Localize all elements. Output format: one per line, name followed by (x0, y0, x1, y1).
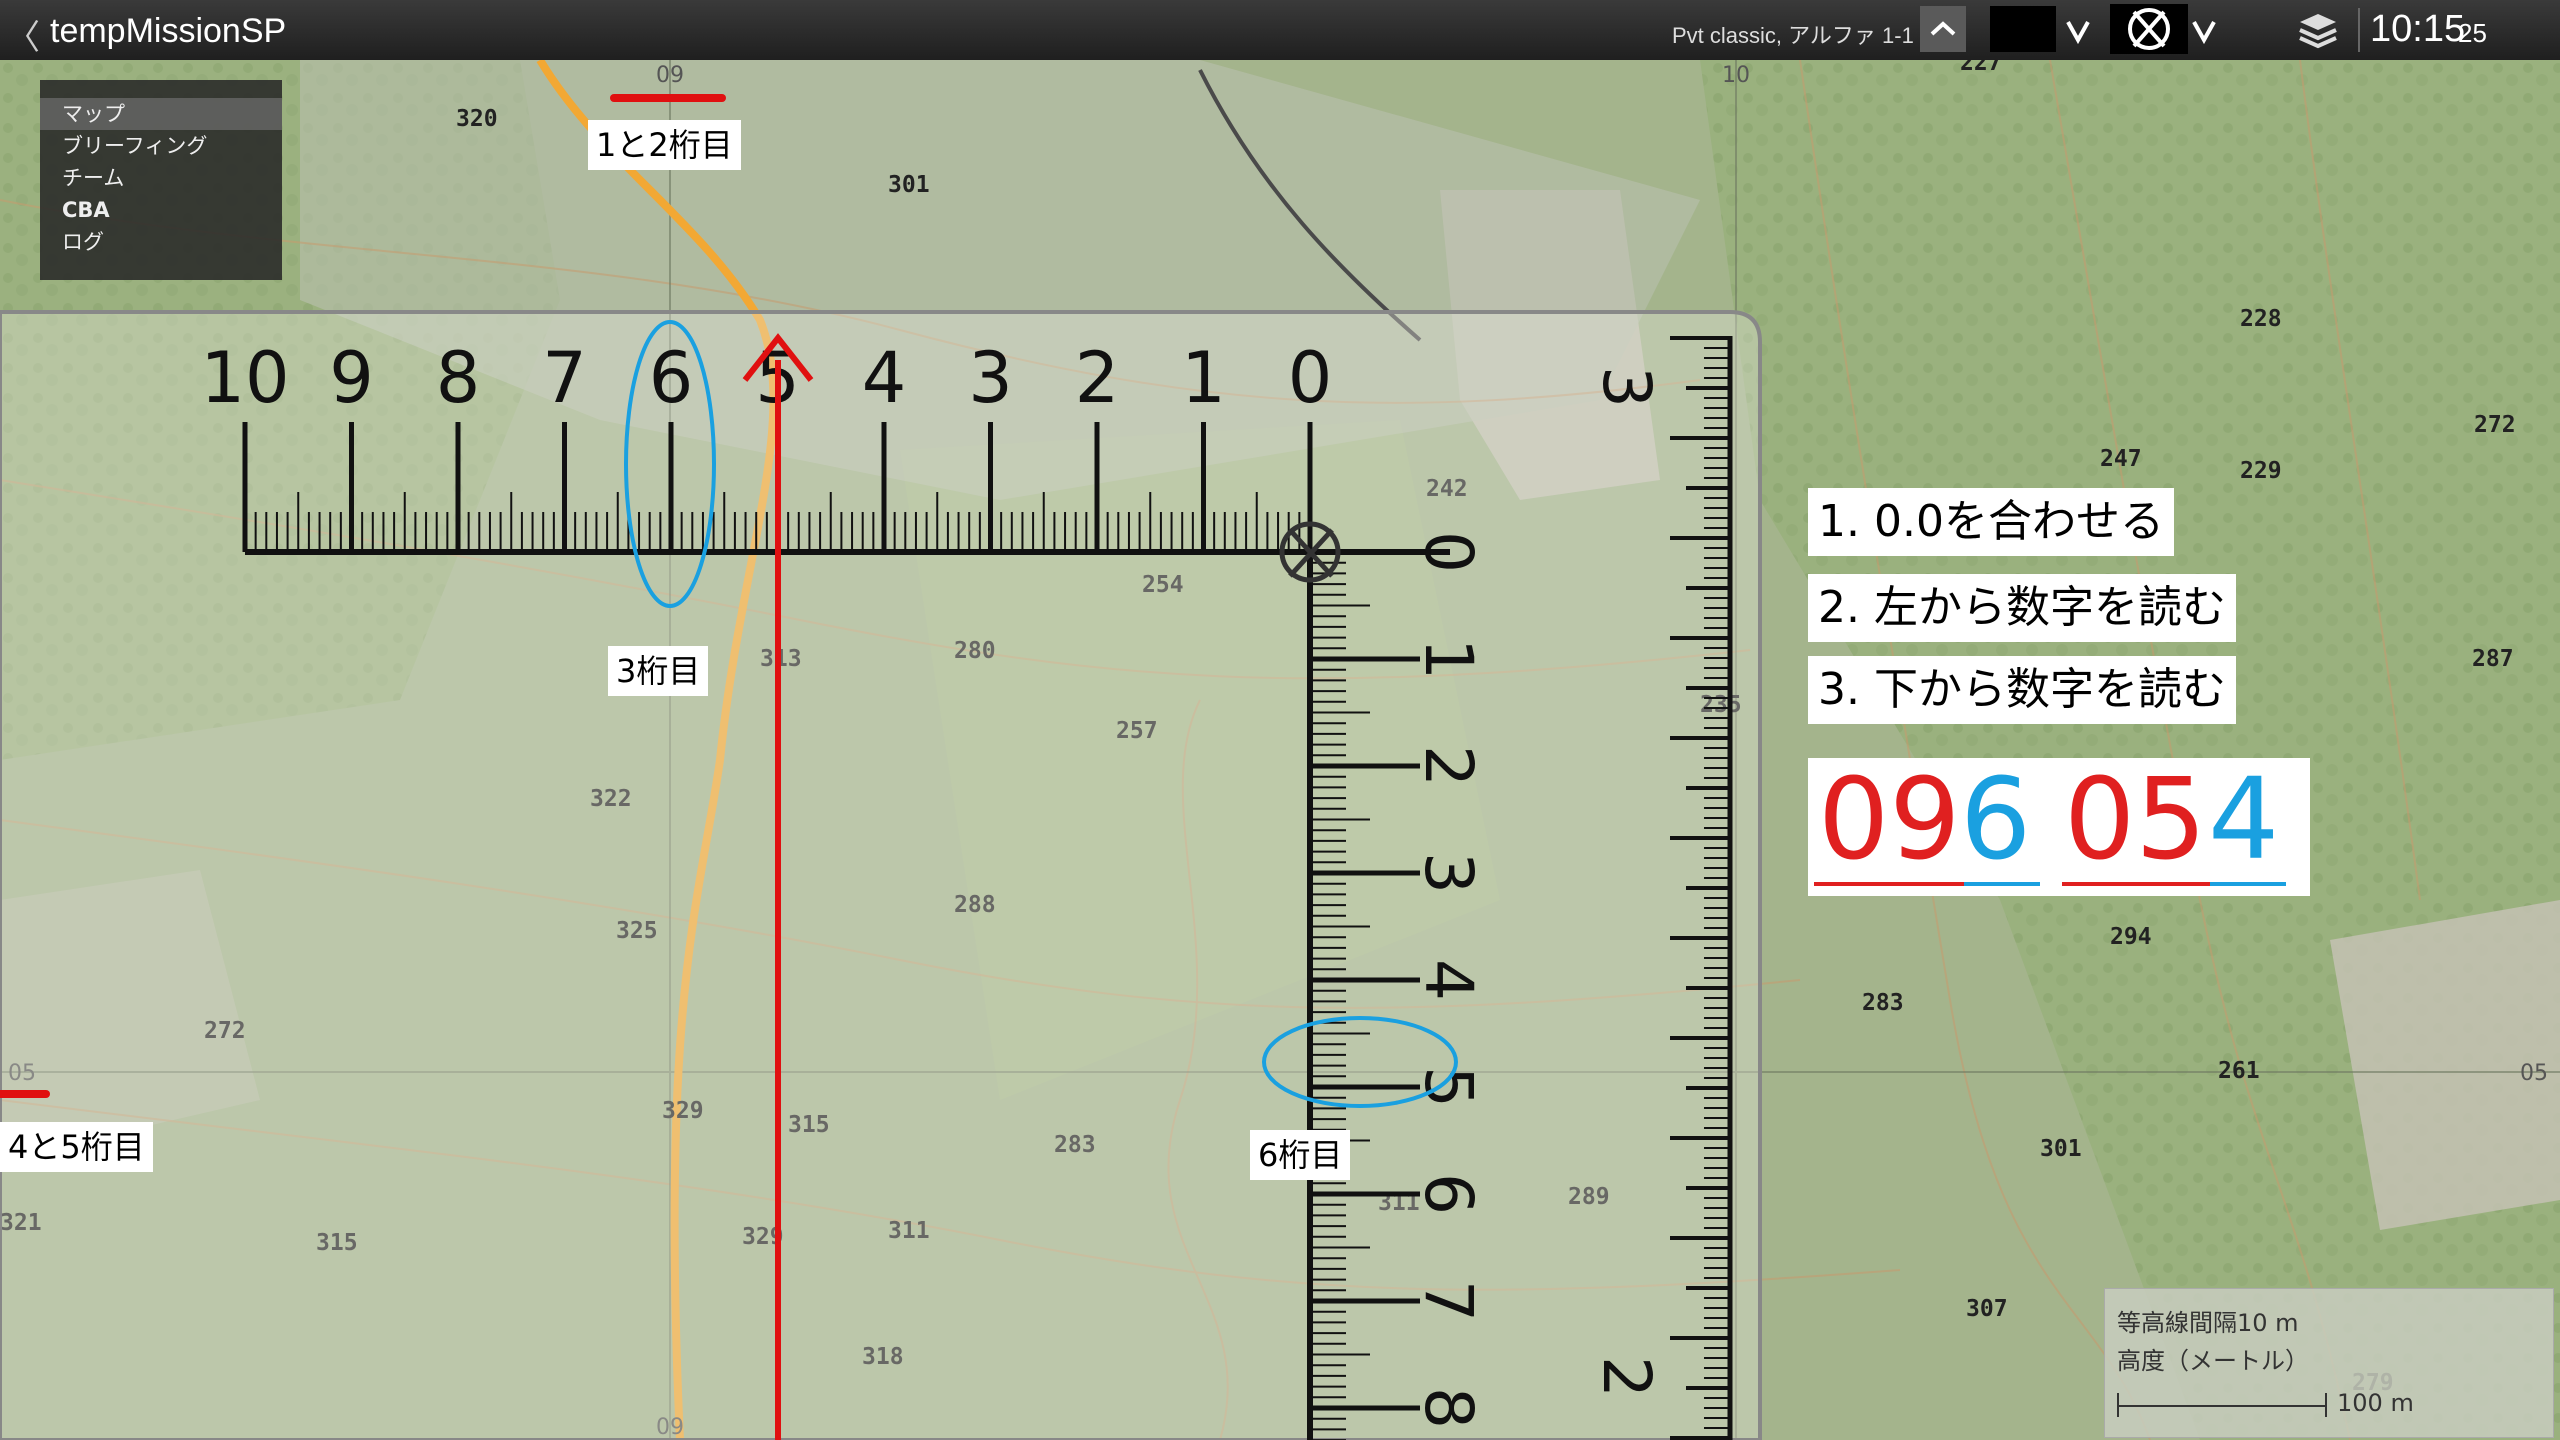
chevron-up-icon (1930, 21, 1956, 36)
divider (2358, 8, 2360, 52)
color-swatch-black[interactable] (1990, 6, 2056, 52)
legend-scale-tick-left (2117, 1393, 2119, 1417)
ruler-v-number: 8 (1410, 1387, 1487, 1429)
unit-info: Pvt classic, アルファ 1-1 1 (1672, 23, 1933, 48)
elevation-label: 283 (1862, 990, 1904, 1016)
top-bar: 〈 tempMissionSP Pvt classic, アルファ 1-1 1 … (0, 0, 2560, 60)
grid-coordinate-result: 09 6 05 4 (1808, 758, 2310, 896)
collapse-button[interactable] (1920, 6, 1966, 52)
label-digits-4-5: 4と5桁目 (0, 1122, 153, 1172)
ruler-h-number: 1 (1181, 337, 1226, 419)
ruler-h-number: 10 (200, 337, 289, 419)
menu-item-cba[interactable]: CBA (40, 194, 282, 226)
elevation-label: 261 (2218, 1058, 2260, 1084)
elevation-label: 227 (1960, 60, 2002, 76)
elevation-label: 320 (456, 106, 498, 132)
back-icon[interactable]: 〈 (6, 10, 40, 59)
elevation-label: 301 (2040, 1136, 2082, 1162)
map-legend: 等高線間隔10 m 高度（メートル） 100 m (2104, 1288, 2554, 1438)
instruction-step-2: 2. 左から数字を読む (1808, 574, 2236, 642)
map-menu: マップ ブリーフィング チーム CBA ログ (40, 80, 282, 280)
ruler-h-number: 9 (329, 337, 374, 419)
northing-underline-main (2062, 882, 2210, 886)
legend-contour-interval: 等高線間隔10 m (2117, 1309, 2299, 1337)
elevation-label: 229 (2240, 458, 2282, 484)
easting-fine: 6 (1960, 755, 2032, 885)
ruler-h-number: 7 (542, 337, 587, 419)
ruler-h-number: 8 (436, 337, 481, 419)
ruler-plate (0, 310, 1762, 1440)
label-digits-1-2: 1と2桁目 (588, 120, 741, 170)
menu-item-log[interactable]: ログ (40, 226, 282, 258)
easting-underline-main (1814, 882, 1964, 886)
ruler-v-number: 0 (1410, 531, 1487, 573)
ruler-v-number: 2 (1410, 745, 1487, 787)
elevation-label: 272 (2474, 412, 2516, 438)
legend-scale-tick-right (2325, 1393, 2327, 1417)
ruler-v-number: 1 (1410, 638, 1487, 680)
grid-label-top-10: 10 (1722, 63, 1750, 88)
map-canvas[interactable]: 09 10 09 05 05 3203012272282722472292422… (0, 60, 2560, 1440)
ruler-v-number: 3 (1410, 852, 1487, 894)
instruction-step-3: 3. 下から数字を読む (1808, 656, 2236, 724)
easting-main: 09 (1818, 755, 1961, 885)
ruler-h-number: 4 (862, 337, 907, 419)
elevation-label: 294 (2110, 924, 2152, 950)
elevation-label: 287 (2472, 646, 2514, 672)
legend-scale-label: 100 m (2337, 1389, 2414, 1417)
northing-main: 05 (2064, 755, 2207, 885)
elevation-label: 307 (1966, 1296, 2008, 1322)
ruler-v-number: 6 (1410, 1173, 1487, 1215)
northing-fine: 4 (2208, 755, 2280, 885)
ruler-h-number: 0 (1288, 337, 1333, 419)
ruler-h-number: 3 (968, 337, 1013, 419)
legend-elevation-unit: 高度（メートル） (2117, 1347, 2309, 1375)
menu-item-team[interactable]: チーム (40, 162, 282, 194)
northing-underline-fine (2210, 882, 2286, 886)
side-scale-number: 2 (1588, 1356, 1665, 1398)
mission-title: tempMissionSP (50, 12, 287, 50)
elevation-label: 247 (2100, 446, 2142, 472)
clock-seconds: 25 (2458, 18, 2487, 48)
ruler-v-number: 7 (1410, 1280, 1487, 1322)
easting-underline-fine (1964, 882, 2040, 886)
ruler-h-number: 6 (649, 337, 694, 419)
label-digit-6: 6桁目 (1250, 1130, 1351, 1180)
marker-selector[interactable] (2110, 4, 2188, 54)
instruction-step-1: 1. 0.0を合わせる (1808, 488, 2174, 556)
legend-scale-bar (2117, 1405, 2327, 1407)
grid-label-right-05: 05 (2520, 1061, 2548, 1086)
label-digit-3: 3桁目 (608, 646, 709, 696)
chevron-down-icon[interactable] (2186, 10, 2222, 50)
ruler-v-number: 4 (1410, 959, 1487, 1001)
elevation-label: 301 (888, 172, 930, 198)
side-scale-number: 3 (1588, 366, 1665, 408)
menu-item-briefing[interactable]: ブリーフィング (40, 130, 282, 162)
elevation-label: 228 (2240, 306, 2282, 332)
ruler-v-number: 5 (1410, 1066, 1487, 1108)
menu-item-map[interactable]: マップ (40, 98, 282, 130)
crosshair-marker-icon (2128, 8, 2170, 50)
ruler-h-number: 2 (1075, 337, 1120, 419)
chevron-down-icon[interactable] (2060, 10, 2096, 50)
layers-icon[interactable] (2296, 10, 2340, 50)
grid-label-top-09: 09 (656, 63, 684, 88)
clock-time: 10:15 (2370, 8, 2466, 50)
